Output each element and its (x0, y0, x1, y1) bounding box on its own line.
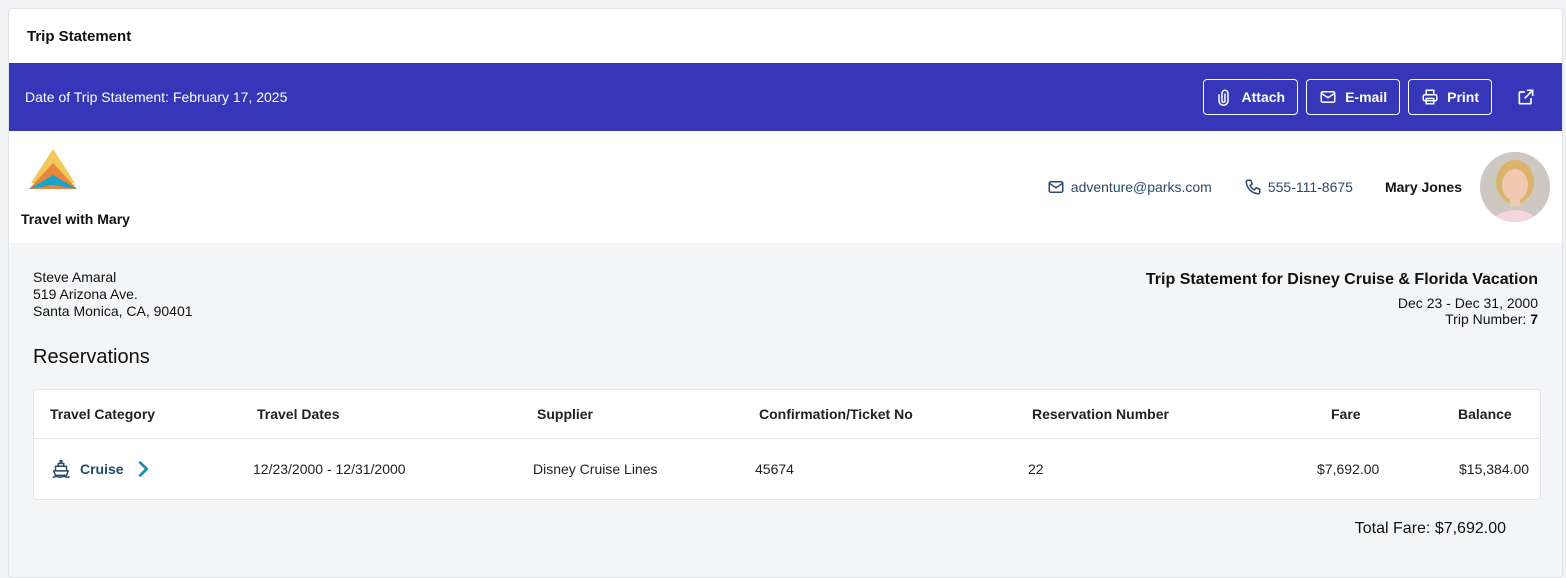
phone-icon (1245, 179, 1261, 195)
cell-reservation-number: 22 (1028, 461, 1044, 477)
reservations-table: Travel Category Travel Dates Supplier Co… (33, 389, 1541, 500)
statement-date-label: Date of Trip Statement: (25, 89, 169, 105)
column-header-dates: Travel Dates (257, 406, 340, 422)
email-button-label: E-mail (1345, 89, 1388, 105)
table-row: Cruise 12/23/2000 - 12/31/2000 Disney Cr… (34, 439, 1540, 499)
action-buttons: Attach E-mail Print (1202, 79, 1546, 115)
external-link-icon (1518, 89, 1534, 105)
total-fare: Total Fare: $7,692.00 (1354, 520, 1506, 537)
statement-action-bar: Date of Trip Statement: February 17, 202… (9, 63, 1562, 131)
column-header-balance: Balance (1458, 406, 1512, 422)
cell-supplier: Disney Cruise Lines (533, 461, 658, 477)
print-button[interactable]: Print (1408, 79, 1492, 115)
trip-number: Trip Number: 7 (1146, 311, 1538, 327)
cell-confirmation: 45674 (755, 461, 794, 477)
agent-phone-text: 555-111-8675 (1267, 179, 1353, 195)
statement-date: Date of Trip Statement: February 17, 202… (25, 89, 287, 105)
agent-name: Mary Jones (1384, 179, 1462, 195)
agency-name: Travel with Mary (21, 211, 130, 227)
open-external-button[interactable] (1506, 79, 1546, 115)
cell-fare: $7,692.00 (1317, 461, 1380, 477)
attach-button[interactable]: Attach (1202, 79, 1299, 115)
agent-header: Travel with Mary adventure@parks.com 555… (9, 131, 1562, 243)
envelope-icon (1320, 91, 1336, 103)
panel-title: Trip Statement (9, 9, 1562, 63)
ship-icon (52, 460, 70, 478)
trip-number-label: Trip Number: (1445, 311, 1527, 327)
envelope-icon (1048, 181, 1064, 193)
column-header-category: Travel Category (50, 406, 156, 422)
agency-logo (29, 149, 77, 189)
category-link-cruise[interactable]: Cruise (50, 458, 154, 480)
agent-contacts: adventure@parks.com 555-111-8675 Mary Jo… (1047, 131, 1562, 243)
agent-email[interactable]: adventure@parks.com (1047, 178, 1212, 196)
printer-icon (1422, 89, 1438, 105)
trip-dates: Dec 23 - Dec 31, 2000 (1397, 295, 1538, 311)
agent-photo (1480, 152, 1550, 222)
column-header-fare: Fare (1331, 406, 1361, 422)
cell-balance: $15,384.00 (1459, 461, 1530, 477)
table-header: Travel Category Travel Dates Supplier Co… (34, 390, 1540, 439)
category-label: Cruise (80, 461, 124, 477)
attach-button-label: Attach (1241, 89, 1286, 105)
column-header-supplier: Supplier (537, 406, 594, 422)
reservations-title: Reservations (33, 346, 150, 368)
agent-phone[interactable]: 555-111-8675 (1244, 178, 1353, 196)
column-header-reservation-number: Reservation Number (1032, 406, 1169, 422)
email-button[interactable]: E-mail (1306, 79, 1401, 115)
trip-title: Trip Statement for Disney Cruise & Flori… (1145, 271, 1538, 288)
trip-summary: Trip Statement for Disney Cruise & Flori… (1146, 271, 1538, 327)
agent-email-text: adventure@parks.com (1070, 179, 1212, 195)
print-button-label: Print (1447, 89, 1479, 105)
trip-statement-panel: Trip Statement Date of Trip Statement: F… (8, 8, 1563, 578)
chevron-right-icon (138, 461, 149, 477)
column-header-confirmation: Confirmation/Ticket No (759, 406, 913, 422)
avatar (1480, 152, 1550, 222)
cell-travel-dates: 12/23/2000 - 12/31/2000 (253, 461, 406, 477)
statement-body: Steve Amaral 519 Arizona Ave. Santa Moni… (9, 243, 1562, 538)
paperclip-icon (1217, 89, 1229, 106)
trip-number-value: 7 (1530, 311, 1538, 327)
statement-date-value: February 17, 2025 (172, 89, 288, 105)
